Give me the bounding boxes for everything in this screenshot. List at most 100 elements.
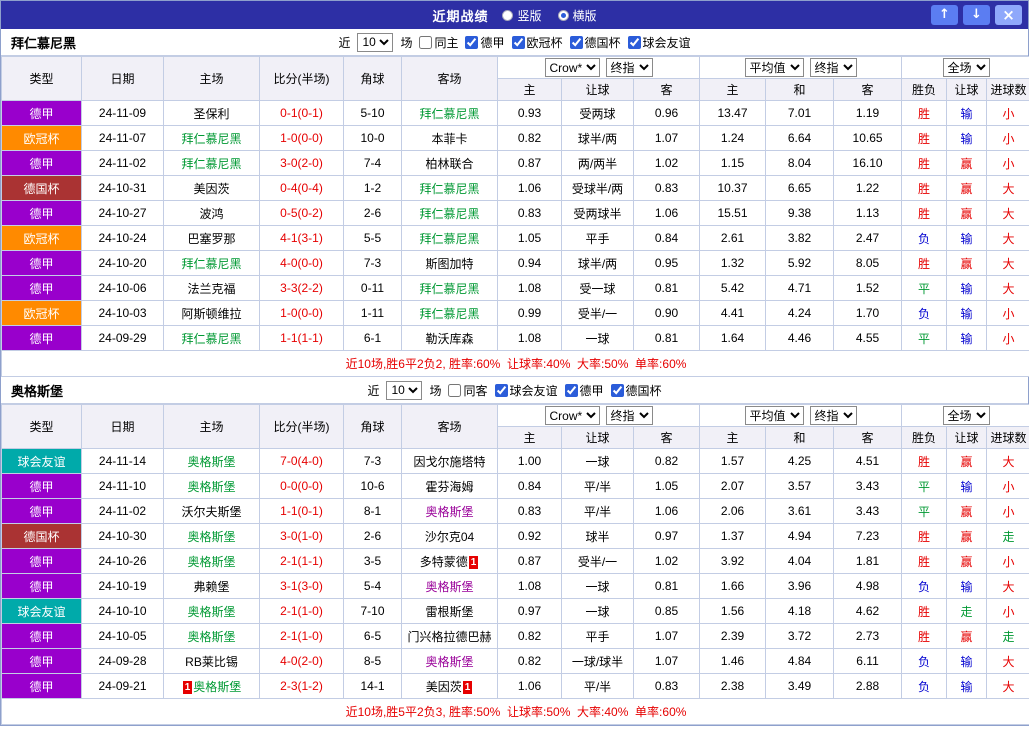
league-type-cell: 德甲 <box>1 498 82 524</box>
same-venue-filter[interactable]: 同主 <box>419 34 458 51</box>
league-filter-checkbox[interactable] <box>511 35 525 49</box>
match-count-select[interactable]: 10 <box>386 380 423 400</box>
league-filter[interactable]: 德国杯 <box>569 34 621 51</box>
match-row: 德甲 24-11-10 奥格斯堡 0-0(0-0) 10-6 霍芬海姆 0.84 平/半 1.0… <box>1 473 1029 499</box>
league-filter-checkbox[interactable] <box>610 383 624 397</box>
league-filter[interactable]: 球会友谊 <box>627 34 691 51</box>
team-label: 奥格斯堡 <box>187 554 236 569</box>
odds-source-select[interactable]: 平均值 <box>744 58 804 77</box>
result-cell: 赢 <box>946 250 988 276</box>
match-row: 德甲 24-11-02 沃尔夫斯堡 1-1(0-1) 8-1 奥格斯堡 0.83 平/半 1.0… <box>1 498 1029 524</box>
team-name: 奥格斯堡 <box>11 383 64 399</box>
odds-cell: 4.51 <box>833 448 903 474</box>
league-type-cell: 欧冠杯 <box>1 225 82 251</box>
close-button[interactable]: × <box>995 5 1022 25</box>
score-cell: 2-1(1-0) <box>259 623 344 649</box>
panel-down-button[interactable]: ↓ <box>963 5 990 25</box>
home-team-cell: 拜仁慕尼黑 <box>163 325 260 351</box>
league-filter-checkbox[interactable] <box>465 35 479 49</box>
home-team-cell: RB莱比锡 <box>163 648 260 674</box>
team-label: 奥格斯堡 <box>187 479 236 494</box>
date-cell: 24-09-28 <box>81 648 164 674</box>
view-mode-radio[interactable]: 横版 <box>557 7 597 24</box>
same-venue-filter-checkbox[interactable] <box>448 383 462 397</box>
recent-results-panel: 近期战绩 竖版 横版 ↑ ↓ × 拜仁慕尼黑近 10 场同主 德甲 欧冠杯 德国杯 球会友谊类… <box>0 0 1029 726</box>
column-header: 主场 <box>163 404 260 449</box>
league-filter[interactable]: 德甲 <box>564 382 604 399</box>
matches-table: 类型 日期 主场 比分(半场) 角球 客场 Crow* 终指 平均值 终指 全场主让球客主和客胜负让… <box>0 56 1029 377</box>
home-team-cell: 美因茨 <box>163 175 260 201</box>
arrow-down-icon: ↓ <box>971 7 982 22</box>
match-count-select[interactable]: 10 <box>357 32 394 52</box>
team-label: 拜仁慕尼黑 <box>419 106 480 121</box>
view-mode-radio[interactable]: 竖版 <box>502 7 542 24</box>
odds-source-select[interactable]: Crow* <box>544 58 600 77</box>
corner-cell: 5-4 <box>343 573 402 599</box>
games-label: 场 <box>429 383 442 398</box>
odds-source-select[interactable]: 终指 <box>605 58 653 77</box>
result-cell: 大 <box>986 275 1029 301</box>
odds-cell: 1.06 <box>632 200 701 226</box>
panel-up-button[interactable]: ↑ <box>931 5 958 25</box>
arrow-up-icon: ↑ <box>939 7 950 22</box>
odds-source-select[interactable]: 终指 <box>809 58 857 77</box>
away-team-cell: 勒沃库森 <box>401 325 498 351</box>
odds-source-select[interactable]: 全场 <box>942 58 990 77</box>
odds-cell: 球半/两 <box>561 125 634 151</box>
odds-source-select[interactable]: 终指 <box>605 406 653 425</box>
corner-cell: 2-6 <box>343 523 402 549</box>
league-type-cell: 德国杯 <box>1 523 82 549</box>
result-cell: 负 <box>901 673 948 699</box>
odds-cell: 一球 <box>561 598 634 624</box>
odds-cell: 0.84 <box>497 473 562 499</box>
match-row: 德甲 24-10-27 波鸿 0-5(0-2) 2-6 拜仁慕尼黑 0.83 受两球半 1.06… <box>1 200 1029 226</box>
odds-cell: 受半/一 <box>561 300 634 326</box>
team-label: 拜仁慕尼黑 <box>181 131 242 146</box>
odds-cell: 一球 <box>561 448 634 474</box>
odds-cell: 0.93 <box>497 100 562 126</box>
home-team-cell: 奥格斯堡 <box>163 523 260 549</box>
odds-cell: 2.88 <box>833 673 903 699</box>
team-label: 拜仁慕尼黑 <box>419 181 480 196</box>
league-filter-checkbox[interactable] <box>564 383 578 397</box>
odds-cell: 4.04 <box>765 548 835 574</box>
odds-source-select[interactable]: 平均值 <box>744 406 804 425</box>
odds-cell: 1.06 <box>497 175 562 201</box>
result-cell: 大 <box>986 225 1029 251</box>
odds-cell: 3.49 <box>765 673 835 699</box>
same-venue-filter[interactable]: 同客 <box>448 382 488 399</box>
summary-text: 近10场,胜5平2负3, 胜率:50% 让球率:50% 大率:40% 单率:60… <box>0 698 1029 725</box>
odds-cell: 0.92 <box>497 523 562 549</box>
league-filter-checkbox[interactable] <box>627 35 641 49</box>
league-filter[interactable]: 德国杯 <box>610 382 662 399</box>
odds-cell: 13.47 <box>699 100 767 126</box>
column-subheader: 客 <box>632 426 701 449</box>
team-label: 沙尔克04 <box>424 529 475 544</box>
odds-group-header: 全场 <box>901 56 1029 79</box>
odds-cell: 4.71 <box>765 275 835 301</box>
odds-source-select[interactable]: Crow* <box>544 406 600 425</box>
league-filter[interactable]: 球会友谊 <box>494 382 558 399</box>
odds-cell: 4.98 <box>833 573 903 599</box>
corner-cell: 2-6 <box>343 200 402 226</box>
column-header: 日期 <box>81 56 164 101</box>
league-filter[interactable]: 欧冠杯 <box>511 34 563 51</box>
checkbox-label: 德甲 <box>579 383 604 398</box>
league-filter[interactable]: 德甲 <box>465 34 505 51</box>
corner-cell: 10-0 <box>343 125 402 151</box>
column-header: 客场 <box>401 56 498 101</box>
home-team-cell: 奥格斯堡 <box>163 598 260 624</box>
league-type-cell: 德甲 <box>1 250 82 276</box>
near-label: 近 <box>338 35 351 50</box>
league-filter-checkbox[interactable] <box>569 35 583 49</box>
odds-source-select[interactable]: 终指 <box>809 406 857 425</box>
same-venue-filter-checkbox[interactable] <box>419 35 433 49</box>
away-team-cell: 奥格斯堡 <box>401 498 498 524</box>
odds-cell: 0.82 <box>497 648 562 674</box>
odds-cell: 受一球 <box>561 275 634 301</box>
odds-source-select[interactable]: 全场 <box>942 406 990 425</box>
league-filter-checkbox[interactable] <box>494 383 508 397</box>
team-label: 美因茨 <box>425 679 462 694</box>
column-subheader: 主 <box>497 78 562 101</box>
result-cell: 赢 <box>946 523 988 549</box>
